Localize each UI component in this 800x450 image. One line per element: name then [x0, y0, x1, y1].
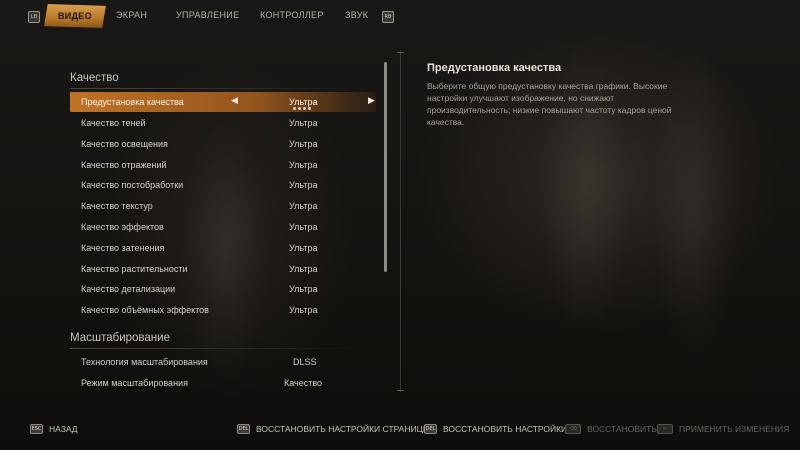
setting-label: Качество детализации [81, 284, 176, 294]
tab-controls[interactable]: УПРАВЛЕНИЕ [176, 10, 239, 20]
tab-prev-key-icon[interactable]: LB [28, 11, 40, 23]
restore-label: ВОССТАНОВИТЬ [587, 424, 657, 434]
setting-row-shadow-quality[interactable]: Качество теней Ультра [70, 113, 376, 133]
description-title: Предустановка качества [427, 62, 562, 74]
setting-row-texture-quality[interactable]: Качество текстур Ультра [70, 196, 376, 216]
setting-row-upscaling-tech[interactable]: Технология масштабирования DLSS [70, 352, 376, 372]
section-title-quality: Качество [70, 72, 119, 84]
backspace-key-icon: ⌫ [565, 424, 581, 434]
section-title-scaling: Масштабирование [70, 332, 170, 344]
setting-row-postprocess-quality[interactable]: Качество постобработки Ультра [70, 175, 376, 195]
setting-row-lighting-quality[interactable]: Качество освещения Ультра [70, 134, 376, 154]
divider-tick-bottom [397, 390, 404, 391]
preset-page-dots [293, 107, 311, 110]
setting-row-volumetric-quality[interactable]: Качество объёмных эффектов Ультра [70, 300, 376, 320]
divider-tick-top [397, 52, 404, 53]
setting-label: Качество постобработки [81, 180, 184, 190]
description-text: Выберите общую предустановку качества гр… [427, 81, 672, 127]
tab-bar: LB ВИДЕО ЭКРАН УПРАВЛЕНИЕ КОНТРОЛЛЕР ЗВУ… [0, 0, 800, 34]
arrow-right-icon[interactable]: ▶ [368, 95, 375, 106]
setting-value: Ультра [289, 97, 318, 107]
setting-label: Качество объёмных эффектов [81, 305, 209, 315]
setting-row-foliage-quality[interactable]: Качество растительности Ультра [70, 259, 376, 279]
setting-value: Ультра [289, 305, 318, 315]
setting-label: Качество отражений [81, 160, 167, 170]
apply-changes-button[interactable]: ↵ ПРИМЕНИТЬ ИЗМЕНЕНИЯ [657, 424, 789, 434]
setting-row-shading-quality[interactable]: Качество затенения Ультра [70, 238, 376, 258]
setting-label: Качество освещения [81, 139, 168, 149]
apply-label: ПРИМЕНИТЬ ИЗМЕНЕНИЯ [679, 424, 790, 434]
reset-page-settings-button[interactable]: Del ВОССТАНОВИТЬ НАСТРОЙКИ СТРАНИЦЫ [237, 424, 430, 434]
reset-page-label: ВОССТАНОВИТЬ НАСТРОЙКИ СТРАНИЦЫ [256, 424, 431, 434]
setting-label: Качество эффектов [81, 222, 164, 232]
setting-label: Режим масштабирования [81, 378, 188, 388]
setting-value: Ультра [289, 180, 318, 190]
panel-divider [400, 50, 401, 392]
setting-row-quality-preset[interactable]: Предустановка качества ◀ Ультра ▶ [70, 92, 376, 112]
setting-label: Качество теней [81, 118, 146, 128]
setting-value: Ультра [289, 284, 318, 294]
tab-sound[interactable]: ЗВУК [345, 10, 368, 20]
tab-screen[interactable]: ЭКРАН [116, 10, 147, 20]
setting-value: Ультра [289, 222, 318, 232]
section-divider [70, 348, 366, 349]
reset-settings-label: ВОССТАНОВИТЬ НАСТРОЙКИ [443, 424, 568, 434]
setting-value: Ультра [289, 139, 318, 149]
setting-value: DLSS [293, 357, 317, 367]
restore-button[interactable]: ⌫ ВОССТАНОВИТЬ [565, 424, 657, 434]
settings-scrollbar[interactable] [384, 62, 387, 272]
back-button[interactable]: Esc НАЗАД [30, 424, 78, 434]
setting-row-detail-quality[interactable]: Качество детализации Ультра [70, 279, 376, 299]
setting-value: Ультра [289, 264, 318, 274]
setting-label: Качество текстур [81, 201, 153, 211]
setting-label: Технология масштабирования [81, 357, 208, 367]
reset-settings-button[interactable]: Del ВОССТАНОВИТЬ НАСТРОЙКИ [424, 424, 567, 434]
tab-controller[interactable]: КОНТРОЛЛЕР [260, 10, 324, 20]
tab-video[interactable]: ВИДЕО [44, 4, 106, 28]
setting-row-reflection-quality[interactable]: Качество отражений Ультра [70, 155, 376, 175]
setting-value: Ультра [289, 118, 318, 128]
setting-label: Качество затенения [81, 243, 165, 253]
arrow-left-icon[interactable]: ◀ [231, 95, 238, 106]
setting-label: Предустановка качества [81, 97, 184, 107]
tab-next-key-icon[interactable]: RB [382, 11, 394, 23]
enter-key-icon: ↵ [657, 424, 673, 434]
setting-value: Качество [284, 378, 323, 388]
esc-key-icon: Esc [30, 424, 43, 434]
back-label: НАЗАД [49, 424, 78, 434]
setting-value: Ультра [289, 243, 318, 253]
del-key-icon: Del [237, 424, 250, 434]
section-divider [70, 88, 366, 89]
setting-row-effects-quality[interactable]: Качество эффектов Ультра [70, 217, 376, 237]
del-key-icon: Del [424, 424, 437, 434]
setting-value: Ультра [289, 201, 318, 211]
setting-row-upscaling-mode[interactable]: Режим масштабирования Качество [70, 373, 376, 393]
setting-value: Ультра [289, 160, 318, 170]
setting-label: Качество растительности [81, 264, 188, 274]
